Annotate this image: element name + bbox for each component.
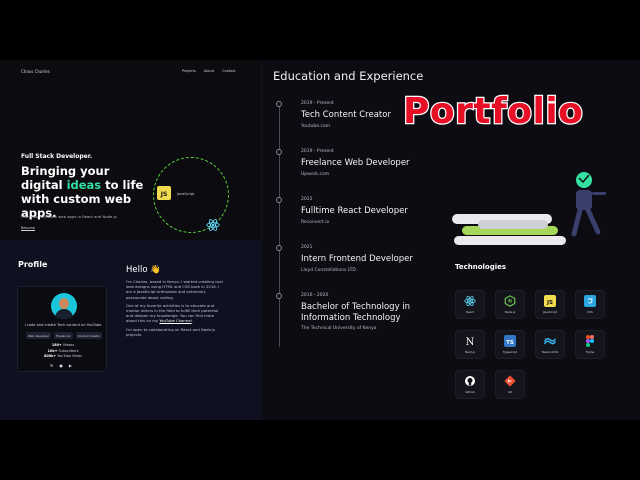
timeline-dot — [276, 245, 282, 251]
timeline-line — [279, 102, 280, 347]
badge-web-developer: Web developer — [25, 332, 51, 339]
nodejs-icon: N — [504, 295, 516, 307]
tech-label: JavaScript — [542, 310, 558, 314]
timeline-org: Youtube.com — [301, 124, 331, 129]
react-icon — [464, 295, 476, 307]
timeline-dot — [276, 101, 282, 107]
hero-section: Chaos Charles Projects About Contact Ful… — [0, 60, 262, 280]
profile-heading: Profile — [18, 260, 48, 269]
timeline-dot — [276, 149, 282, 155]
timeline-title: Fulltime React Developer — [301, 206, 408, 216]
tech-github[interactable]: Github — [455, 370, 485, 399]
tech-git[interactable]: Git — [495, 370, 525, 399]
javascript-icon: JS — [157, 186, 171, 200]
profile-tagline: I code and create Tech content on YouTub… — [24, 323, 102, 327]
hero-description: I develop full-stack web apps in React a… — [21, 214, 117, 219]
svg-text:JS: JS — [160, 191, 168, 198]
tech-label: CSS — [587, 310, 593, 314]
hello-heading: Hello 👋 — [126, 265, 161, 275]
avatar — [51, 293, 77, 319]
timeline-date: 2019 - Present — [301, 149, 334, 154]
youtube-icon[interactable]: ▶ — [69, 364, 72, 368]
youtube-channel-link[interactable]: YouTube Channel — [159, 318, 191, 323]
resume-link[interactable]: Resume — [21, 226, 35, 230]
nav-link-contact[interactable]: Contact — [222, 69, 236, 73]
hero-title-highlight: ideas — [66, 178, 102, 192]
bio-paragraph: One of my favorite activities is to educ… — [126, 302, 219, 324]
timeline-date: 2021 — [301, 245, 313, 250]
github-icon[interactable]: ● — [59, 364, 63, 368]
timeline-dot — [276, 293, 282, 299]
orbit-center-label: JavaScript — [177, 192, 195, 196]
tech-react[interactable]: React — [455, 290, 485, 319]
svg-text:JS: JS — [546, 300, 553, 306]
developer-illustration — [452, 172, 606, 245]
timeline-org: Upwork.com — [301, 172, 330, 177]
timeline-title: Freelance Web Developer — [301, 158, 410, 168]
tech-css[interactable]: CSS — [575, 290, 605, 319]
tech-label: Next.js — [465, 350, 475, 354]
css-icon — [584, 295, 596, 307]
email-icon[interactable]: ✉ — [50, 364, 53, 368]
technologies-heading: Technologies — [455, 263, 507, 271]
nav-links: Projects About Contact — [182, 69, 236, 73]
github-icon — [464, 375, 476, 387]
profile-card: I code and create Tech content on YouTub… — [17, 286, 107, 372]
badge-freelancer: Freelancer — [53, 332, 73, 339]
portfolio-overlay-title: Portfolio — [402, 91, 584, 132]
education-heading: Education and Experience — [273, 69, 424, 83]
nav-link-projects[interactable]: Projects — [182, 69, 196, 73]
timeline-org: The Technical University of Kenya — [301, 326, 377, 331]
bio-paragraph: I'm Charles, based in Kenya. I started c… — [126, 279, 223, 300]
profile-bio: I'm Charles, based in Kenya. I started c… — [126, 279, 226, 340]
tech-javascript[interactable]: JS JavaScript — [535, 290, 565, 319]
timeline-title: Bachelor of Technology in Information Te… — [301, 302, 411, 323]
timeline-date: 2022 — [301, 197, 313, 202]
tech-label: Typescript — [502, 350, 518, 354]
profile-section: Profile I code and create Tech content o… — [0, 240, 262, 420]
timeline-dot — [276, 197, 282, 203]
timeline-date: 2016 - 2020 — [301, 293, 329, 298]
tech-typescript[interactable]: TS Typescript — [495, 330, 525, 359]
tech-nodejs[interactable]: N Node.js — [495, 290, 525, 319]
timeline-title: Intern Frontend Developer — [301, 254, 413, 264]
timeline-org: Lloyd Constellations LTD — [301, 268, 356, 273]
figma-icon — [584, 335, 596, 347]
timeline-date: 2019 - Present — [301, 101, 334, 106]
social-links: ✉ ● ▶ — [50, 364, 72, 368]
javascript-icon: JS — [544, 295, 556, 307]
tech-label: Git — [507, 390, 513, 394]
tech-label: React — [466, 310, 474, 314]
hero-title: Bringing your digital ideas to life with… — [21, 164, 151, 220]
svg-text:N: N — [508, 299, 512, 305]
tech-nextjs[interactable]: N Next.js — [455, 330, 485, 359]
typescript-icon: TS — [504, 335, 516, 347]
tailwind-icon — [544, 335, 556, 347]
nav-brand[interactable]: Chaos Charles — [21, 69, 50, 74]
profile-badges: Web developer Freelancer Content Creator — [24, 332, 104, 339]
nav-link-about[interactable]: About — [204, 69, 214, 73]
tech-label: Figma — [585, 350, 595, 354]
tech-figma[interactable]: Figma — [575, 330, 605, 359]
bio-paragraph: I'm open to collaborating on React and N… — [126, 326, 216, 337]
tech-label: Node.js — [504, 310, 516, 314]
timeline-org: Reconvert.io — [301, 220, 330, 225]
tech-label: Github — [465, 390, 475, 394]
badge-content-creator: Content Creator — [75, 332, 103, 339]
tech-label: TailwindCSS — [541, 350, 559, 354]
portfolio-frame: Chaos Charles Projects About Contact Ful… — [0, 60, 640, 420]
svg-text:N: N — [466, 337, 475, 347]
git-icon — [504, 375, 516, 387]
stat-views: 800k+ YouTube Views — [44, 354, 82, 358]
nextjs-icon: N — [464, 335, 476, 347]
hero-role: Full Stack Developer. — [21, 153, 93, 160]
svg-text:TS: TS — [506, 340, 514, 346]
react-icon — [206, 218, 220, 232]
profile-stats: 180+ Videos 10k+ Subscribers 800k+ YouTu… — [18, 343, 108, 360]
tech-tailwindcss[interactable]: TailwindCSS — [535, 330, 565, 359]
technologies-grid: React N Node.js JS JavaScript CSS N Next… — [455, 290, 605, 399]
